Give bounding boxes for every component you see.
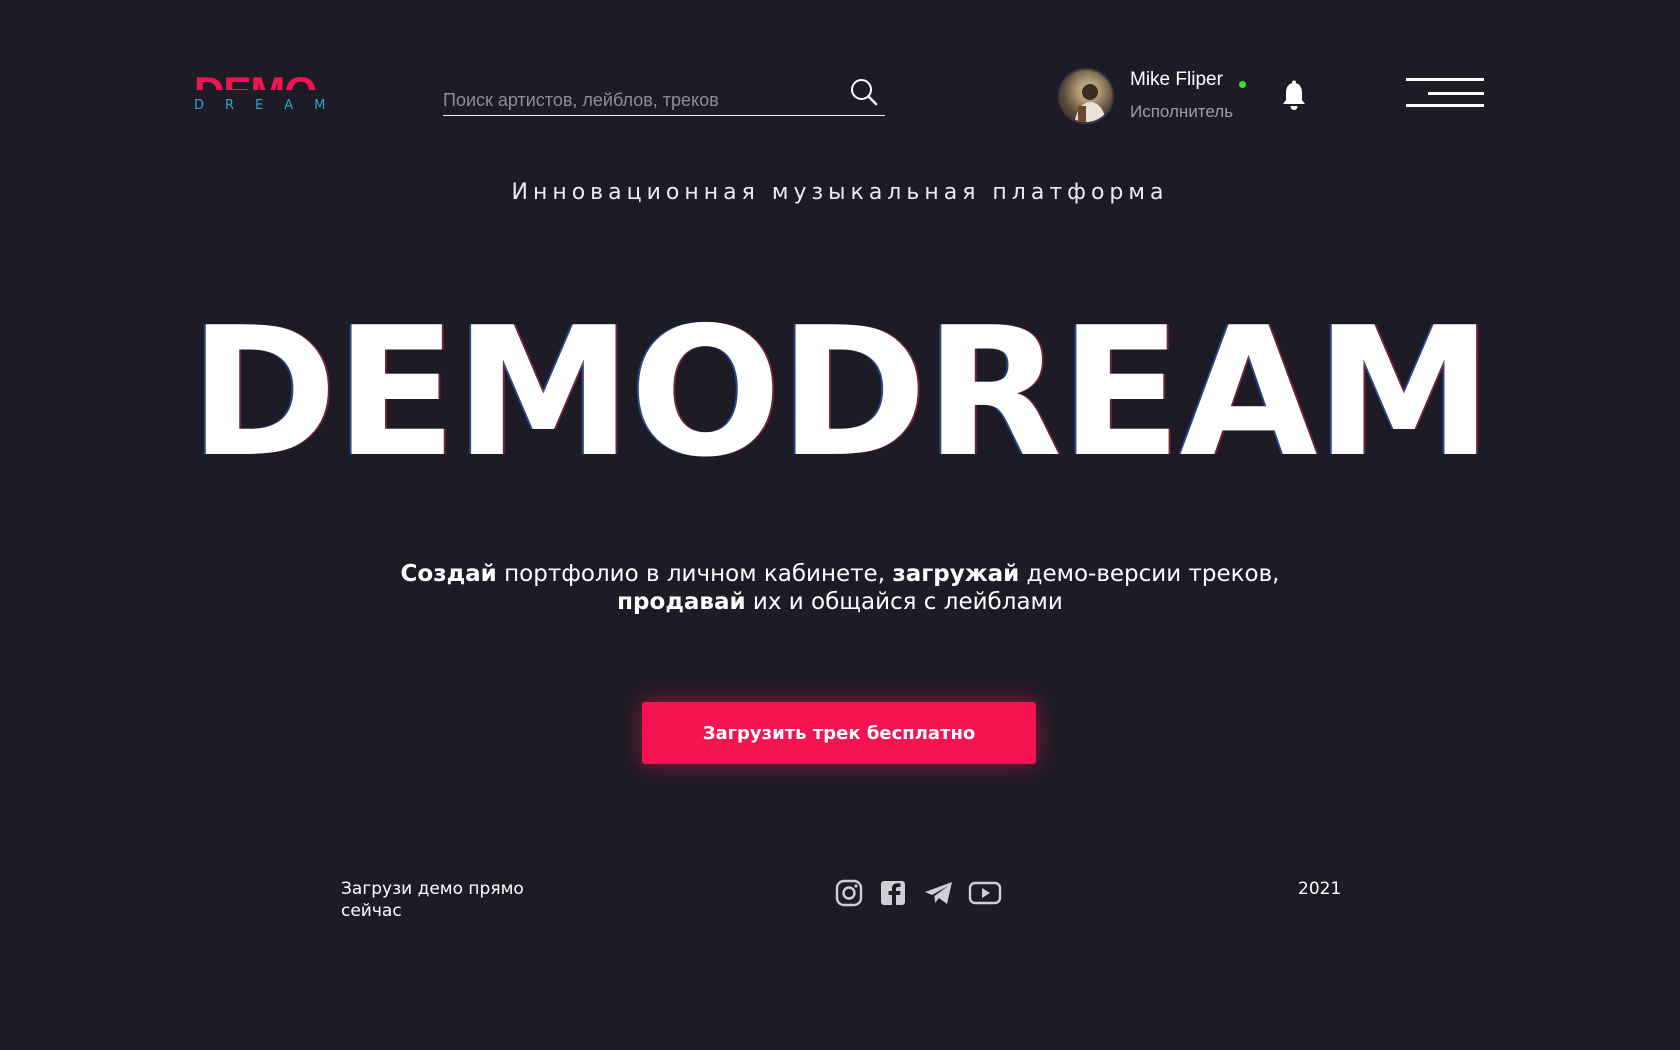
menu-line-top [1406, 78, 1484, 81]
description-text-1: портфолио в личном кабинете, [496, 561, 893, 587]
menu-line-bottom [1406, 104, 1484, 107]
online-status-indicator [1239, 81, 1246, 88]
hero-title: DEMODREAM [189, 289, 1492, 496]
facebook-icon[interactable] [876, 878, 910, 908]
avatar-photo [1074, 84, 1106, 122]
landing-page: DEMO DREAM Mike Fliper Исполнитель Иннов… [0, 0, 1680, 1050]
hero-description: Создай портфолио в личном кабинете, загр… [390, 560, 1290, 616]
search-bar [443, 76, 885, 116]
upload-track-button[interactable]: Загрузить трек бесплатно [642, 702, 1036, 764]
description-sell: продавай [617, 589, 746, 615]
youtube-icon[interactable] [968, 878, 1002, 908]
user-name[interactable]: Mike Fliper [1130, 69, 1223, 91]
copyright-year: 2021 [1298, 879, 1342, 899]
logo[interactable]: DEMO DREAM [194, 66, 344, 118]
search-input[interactable] [443, 86, 838, 114]
bell-icon[interactable] [1280, 80, 1308, 112]
description-text-3: их и общайся с лейблами [745, 589, 1063, 615]
description-upload: загружай [892, 561, 1020, 587]
logo-dream-text: DREAM [194, 98, 347, 113]
tagline: Инновационная музыкальная платформа [511, 180, 1169, 205]
instagram-icon[interactable] [832, 878, 866, 908]
user-role: Исполнитель [1130, 102, 1234, 121]
telegram-icon[interactable] [922, 878, 956, 908]
menu-line-middle [1428, 92, 1484, 95]
search-icon[interactable] [849, 77, 879, 107]
user-avatar[interactable] [1058, 68, 1114, 124]
description-create: Создай [400, 561, 497, 587]
logo-demo-text: DEMO [194, 66, 344, 90]
menu-button[interactable] [1406, 78, 1484, 110]
footer-cta-text: Загрузи демо прямо сейчас [341, 879, 524, 921]
description-text-2: демо-версии треков, [1019, 561, 1280, 587]
